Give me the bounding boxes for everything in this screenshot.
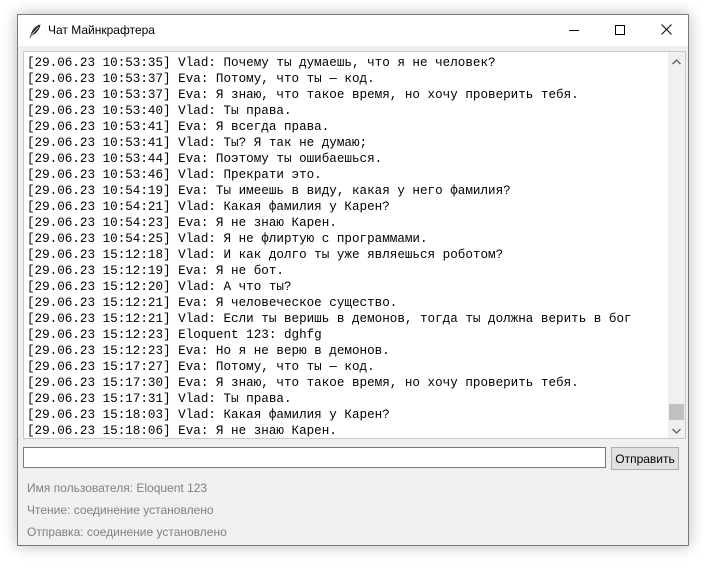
close-button[interactable] (643, 15, 688, 46)
chat-message: [29.06.23 10:53:44] Eva: Поэтому ты ошиб… (27, 152, 383, 166)
chat-message: [29.06.23 15:12:21] Vlad: Если ты веришь… (27, 312, 632, 326)
close-icon (660, 22, 672, 40)
send-button[interactable]: Отправить (611, 447, 679, 470)
chat-message: [29.06.23 10:54:25] Vlad: Я не флиртую с… (27, 232, 428, 246)
chat-message: [29.06.23 10:53:41] Eva: Я всегда права. (27, 120, 330, 134)
chat-message: [29.06.23 10:53:46] Vlad: Прекрати это. (27, 168, 322, 182)
chat-scrollbar[interactable] (668, 52, 685, 438)
chat-message: [29.06.23 10:53:35] Vlad: Почему ты дума… (27, 56, 496, 70)
chat-message: [29.06.23 15:17:30] Eva: Я знаю, что так… (27, 376, 579, 390)
chat-messages: [29.06.23 10:53:35] Vlad: Почему ты дума… (27, 55, 669, 438)
scroll-thumb[interactable] (669, 404, 684, 420)
minimize-button[interactable] (551, 15, 597, 46)
chat-message: [29.06.23 15:12:23] Eva: Но я не верю в … (27, 344, 390, 358)
chat-message: [29.06.23 10:53:41] Vlad: Ты? Я так не д… (27, 136, 368, 150)
chat-message: [29.06.23 10:53:40] Vlad: Ты права. (27, 104, 292, 118)
maximize-icon (615, 22, 625, 40)
chat-message: [29.06.23 10:53:37] Eva: Потому, что ты … (27, 72, 375, 86)
read-connection-status: Чтение: соединение установлено (27, 503, 214, 517)
chat-message: [29.06.23 15:18:06] Eva: Я не знаю Карен… (27, 424, 337, 438)
username-status: Имя пользователя: Eloquent 123 (27, 481, 208, 495)
chat-message: [29.06.23 10:54:19] Eva: Ты имеешь в вид… (27, 184, 511, 198)
chevron-up-icon (672, 52, 681, 70)
chat-message: [29.06.23 15:12:19] Eva: Я не бот. (27, 264, 284, 278)
chat-window: Чат Майнкрафтера [29.06.23 10:53:35] Vla… (17, 14, 689, 546)
chevron-down-icon (672, 421, 681, 439)
chat-message: [29.06.23 10:54:23] Eva: Я не знаю Карен… (27, 216, 337, 230)
window-title: Чат Майнкрафтера (48, 23, 155, 37)
chat-message: [29.06.23 15:18:03] Vlad: Какая фамилия … (27, 408, 390, 422)
chat-message: [29.06.23 15:12:20] Vlad: А что ты? (27, 280, 292, 294)
scroll-up-button[interactable] (668, 52, 685, 69)
chat-message: [29.06.23 15:12:18] Vlad: И как долго ты… (27, 248, 504, 262)
scroll-down-button[interactable] (668, 421, 685, 438)
chat-log[interactable]: [29.06.23 10:53:35] Vlad: Почему ты дума… (23, 51, 686, 439)
chat-message: [29.06.23 10:53:37] Eva: Я знаю, что так… (27, 88, 579, 102)
chat-message: [29.06.23 15:12:23] Eloquent 123: dghfg (27, 328, 322, 342)
message-input[interactable] (23, 447, 606, 468)
maximize-button[interactable] (597, 15, 643, 46)
chat-message: [29.06.23 15:17:31] Vlad: Ты права. (27, 392, 292, 406)
chat-message: [29.06.23 15:17:27] Eva: Потому, что ты … (27, 360, 375, 374)
chat-message: [29.06.23 10:54:21] Vlad: Какая фамилия … (27, 200, 390, 214)
minimize-icon (569, 22, 579, 40)
title-bar[interactable]: Чат Майнкрафтера (18, 15, 688, 46)
feather-icon (27, 23, 43, 39)
send-connection-status: Отправка: соединение установлено (27, 525, 227, 539)
chat-message: [29.06.23 15:12:21] Eva: Я человеческое … (27, 296, 398, 310)
